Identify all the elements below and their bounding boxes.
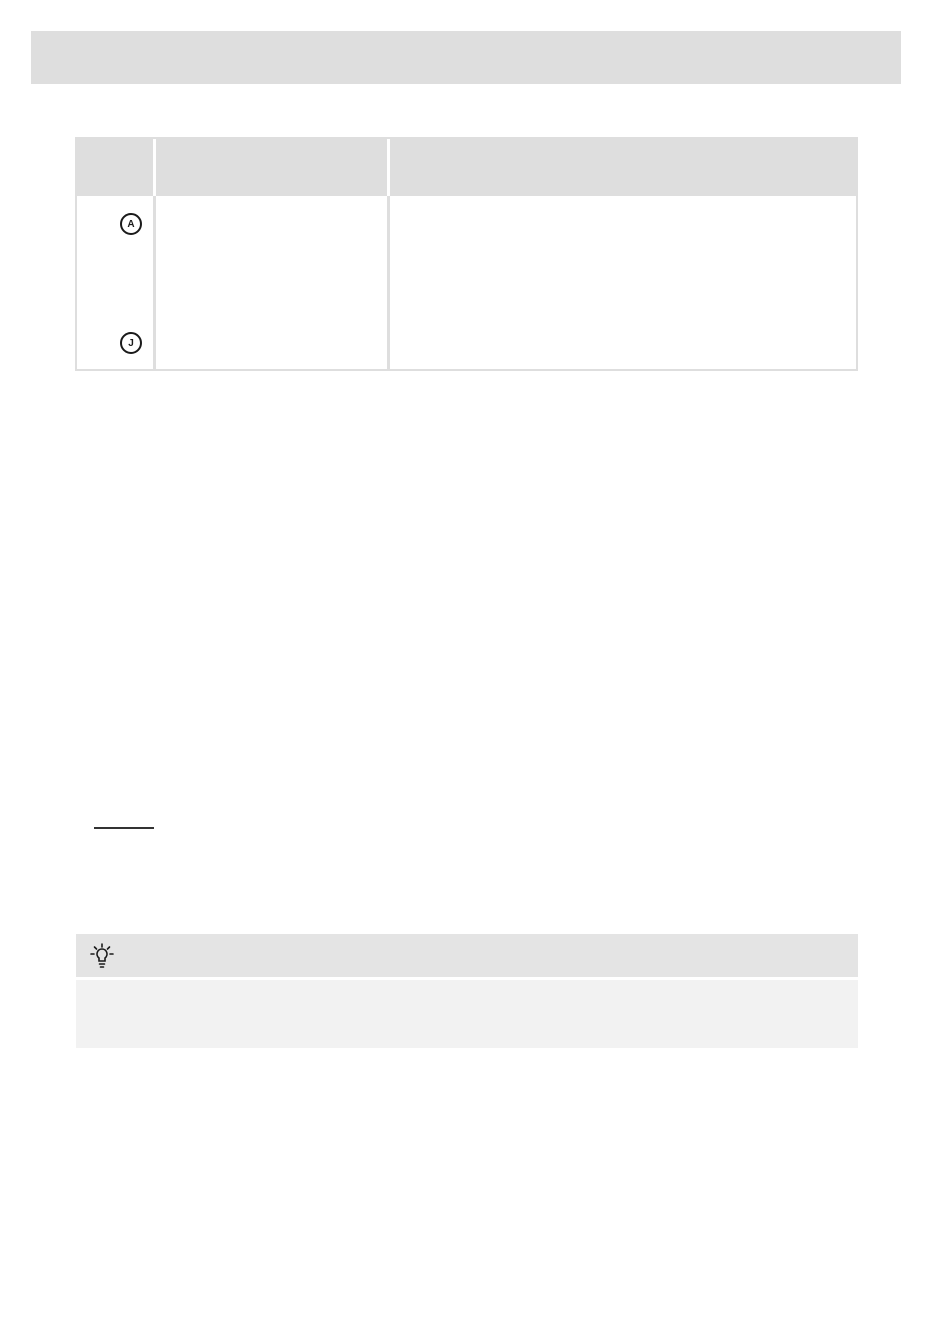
column-divider <box>387 196 390 369</box>
header-bar <box>31 31 901 84</box>
tip-box <box>76 934 858 1048</box>
tip-header <box>76 934 858 977</box>
table-header-cell <box>77 139 153 196</box>
table-header-cell <box>390 139 856 196</box>
parts-table: A J <box>75 137 858 371</box>
table-header-cell <box>156 139 387 196</box>
column-divider <box>153 196 156 369</box>
footnote-rule <box>94 827 154 829</box>
table-header-row <box>77 139 856 196</box>
marker-a-badge: A <box>120 213 142 235</box>
lightbulb-icon <box>90 943 114 968</box>
marker-j-badge: J <box>120 332 142 354</box>
tip-body <box>76 980 858 1048</box>
